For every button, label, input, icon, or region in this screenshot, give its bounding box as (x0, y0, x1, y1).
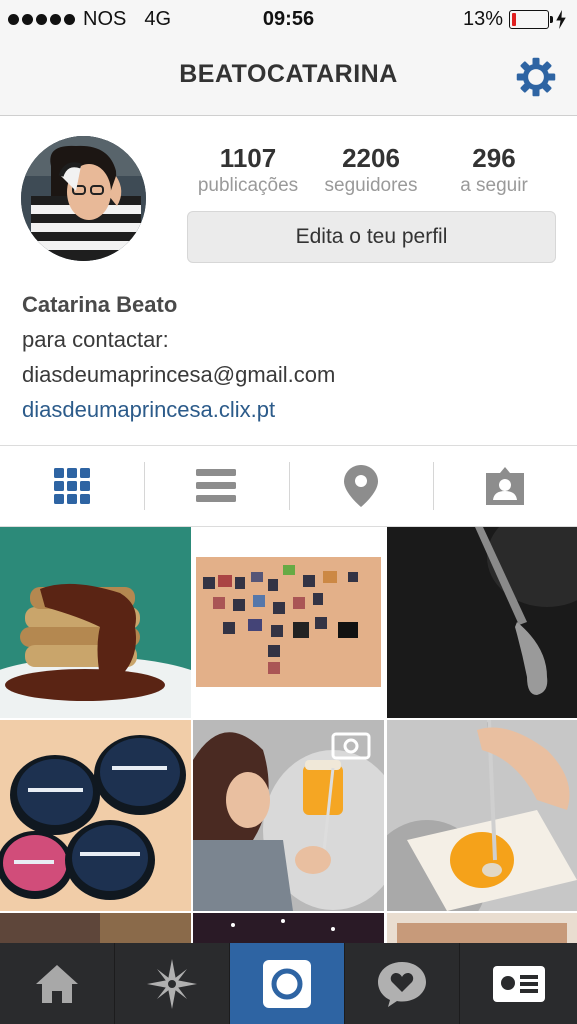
avatar[interactable] (21, 136, 146, 261)
tab-tagged-view[interactable] (432, 446, 577, 526)
bio-line: para contactar: (22, 327, 169, 352)
following-count-label: a seguir (460, 175, 528, 196)
battery-icon (509, 10, 553, 29)
nav-profile[interactable] (460, 943, 577, 1024)
nav-home[interactable] (0, 943, 115, 1024)
page-title: BEATOCATARINA (179, 60, 398, 88)
profile-bio: Catarina Beato para contactar: diasdeuma… (22, 287, 335, 427)
posts-count-label: publicações (197, 175, 299, 196)
status-bar: NOS 4G 09:56 13% (0, 0, 577, 38)
photo-thumbnail[interactable] (193, 720, 384, 911)
tab-grid-view[interactable] (0, 446, 144, 526)
tagged-person-icon (485, 467, 524, 505)
profile-card-icon (492, 965, 545, 1002)
following-count-value: 296 (472, 143, 516, 173)
profile-name: Catarina Beato (22, 292, 178, 317)
profile-view-tabs (0, 445, 577, 527)
posts-count[interactable]: 1107 publicações (187, 143, 309, 197)
nav-camera[interactable] (230, 943, 345, 1024)
photo-thumbnail[interactable] (0, 527, 191, 718)
grid-icon (54, 468, 91, 504)
photo-thumbnail[interactable] (0, 913, 191, 943)
photo-thumbnail[interactable] (193, 527, 384, 718)
location-pin-icon (343, 465, 378, 507)
photo-thumbnail[interactable] (193, 913, 384, 943)
nav-activity[interactable] (345, 943, 460, 1024)
edit-profile-button[interactable]: Edita o teu perfil (187, 211, 556, 263)
gear-icon[interactable] (515, 56, 557, 98)
explore-star-icon (147, 958, 197, 1009)
photo-thumbnail[interactable] (387, 527, 577, 718)
photo-thumbnail[interactable] (387, 720, 577, 911)
profile-website-link[interactable]: diasdeumaprincesa.clix.pt (22, 392, 335, 427)
tab-map-view[interactable] (288, 446, 433, 526)
followers-count-label: seguidores (324, 175, 418, 196)
header-bar: BEATOCATARINA (0, 38, 577, 116)
photo-thumbnail[interactable] (387, 913, 577, 943)
battery-indicator: 13% (463, 8, 567, 31)
photo-grid (0, 527, 577, 943)
battery-percent: 13% (462, 8, 503, 30)
heart-bubble-icon (378, 961, 426, 1007)
following-count[interactable]: 296 a seguir (448, 143, 540, 197)
list-icon (196, 469, 237, 502)
bottom-navigation (0, 943, 577, 1024)
bio-email: diasdeumaprincesa@gmail.com (22, 362, 336, 387)
tab-list-view[interactable] (144, 446, 288, 526)
followers-count[interactable]: 2206 seguidores (313, 143, 429, 197)
charging-bolt-icon (556, 10, 566, 29)
home-icon (36, 964, 78, 1003)
posts-count-value: 1107 (219, 143, 277, 173)
photo-thumbnail[interactable] (0, 720, 191, 911)
camera-icon (263, 959, 311, 1008)
followers-count-value: 2206 (342, 143, 400, 173)
nav-explore[interactable] (115, 943, 230, 1024)
